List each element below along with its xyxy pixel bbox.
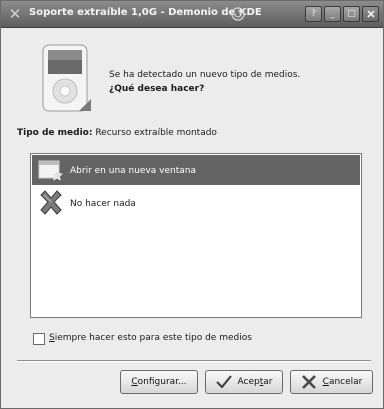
minimize-button[interactable]: _ xyxy=(324,6,341,22)
cancel-button[interactable]: Cancelar xyxy=(290,370,373,394)
action-label: No hacer nada xyxy=(70,199,136,209)
question-heading: ¿Qué desea hacer? xyxy=(109,84,205,94)
close-button[interactable] xyxy=(362,6,379,22)
dialog-window: ✕ Soporte extraíble 1,0G - Demonio de KD… xyxy=(0,0,384,409)
close-icon xyxy=(366,10,375,18)
media-player-icon xyxy=(42,44,91,112)
action-label: Abrir en una nueva ventana xyxy=(70,166,196,176)
new-window-icon xyxy=(38,160,63,181)
maximize-button[interactable]: □ xyxy=(343,6,360,22)
list-item-do-nothing[interactable]: No hacer nada xyxy=(32,188,360,218)
divider xyxy=(17,360,371,362)
media-type-value: Recurso extraíble montado xyxy=(92,128,217,138)
window-title: Soporte extraíble 1,0G - Demonio de KDE xyxy=(29,7,262,18)
help-button[interactable]: ? xyxy=(305,6,322,22)
list-item-open-window[interactable]: Abrir en una nueva ventana xyxy=(32,155,360,185)
title-bar[interactable]: ✕ Soporte extraíble 1,0G - Demonio de KD… xyxy=(1,1,383,28)
configure-button[interactable]: Configurar... xyxy=(120,370,198,394)
always-do-this-label[interactable]: Siempre hacer esto para este tipo de med… xyxy=(49,333,252,343)
always-do-this-checkbox[interactable] xyxy=(33,333,45,345)
x-cross-icon xyxy=(40,190,62,215)
media-type-line: Tipo de medio: Recurso extraíble montado xyxy=(17,128,217,138)
cancel-x-icon xyxy=(301,375,316,389)
media-type-label: Tipo de medio: xyxy=(17,128,93,138)
action-list[interactable]: Abrir en una nueva ventana No hacer nada xyxy=(30,153,362,318)
kde-spiral-icon xyxy=(231,7,245,21)
app-x-icon[interactable]: ✕ xyxy=(7,6,23,22)
accept-button[interactable]: Acep t ar xyxy=(205,370,283,394)
detection-message: Se ha detectado un nuevo tipo de medios. xyxy=(109,70,301,80)
checkmark-icon xyxy=(215,375,232,389)
